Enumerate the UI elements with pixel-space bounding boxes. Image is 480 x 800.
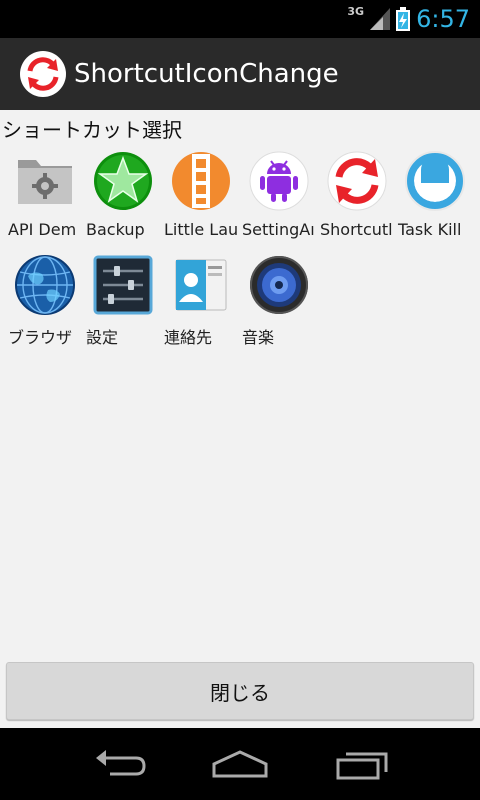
section-title: ショートカット選択: [2, 118, 182, 142]
android-robot-icon: [249, 151, 309, 211]
app-label: Backup: [86, 220, 145, 239]
app-item-settings[interactable]: 設定: [84, 254, 162, 354]
globe-icon: [15, 255, 75, 315]
settings-sliders-icon: [93, 255, 153, 315]
app-item-setting-app[interactable]: SettingAı: [240, 150, 318, 250]
navigation-bar: [0, 728, 480, 800]
recents-icon[interactable]: [332, 746, 392, 782]
app-item-backup[interactable]: Backup: [84, 150, 162, 250]
app-item-shortcut-icon-change[interactable]: Shortcutl: [318, 150, 396, 250]
refresh-arrows-icon: [327, 151, 387, 211]
content-area: ショートカット選択 API Dem Backup Little Lau Sett…: [0, 110, 480, 730]
battery-charging-icon: [396, 7, 411, 31]
film-strip-icon: [172, 152, 230, 210]
green-star-icon: [94, 152, 152, 210]
app-item-contacts[interactable]: 連絡先: [162, 254, 240, 354]
app-label: API Dem: [8, 220, 77, 239]
speaker-icon: [250, 256, 308, 314]
app-title: ShortcutIconChange: [74, 59, 339, 89]
status-icons: 3G 6:57: [347, 0, 470, 38]
app-label: SettingAı: [242, 220, 315, 239]
folder-gear-icon: [18, 160, 72, 204]
clock: 6:57: [416, 5, 470, 33]
app-label: Shortcutl: [320, 220, 393, 239]
status-bar: 3G 6:57: [0, 0, 480, 38]
app-label: 設定: [86, 328, 119, 347]
face-icon: [405, 151, 465, 211]
app-item-browser[interactable]: ブラウザ: [6, 254, 84, 354]
action-bar: ShortcutIconChange: [0, 38, 480, 110]
app-item-music[interactable]: 音楽: [240, 254, 318, 354]
app-label: Little Lau: [164, 220, 239, 239]
app-label: Task Kill: [398, 220, 462, 239]
close-button[interactable]: 閉じる: [6, 662, 474, 720]
network-type: 3G: [347, 4, 365, 18]
app-label: ブラウザ: [8, 328, 73, 347]
refresh-arrows-icon[interactable]: [20, 51, 66, 97]
app-item-little-launcher[interactable]: Little Lau: [162, 150, 240, 250]
app-label: 連絡先: [164, 328, 213, 347]
home-icon[interactable]: [210, 746, 270, 782]
app-item-task-killer[interactable]: Task Kill: [396, 150, 474, 250]
app-item-api-demos[interactable]: API Dem: [6, 150, 84, 250]
signal-icon: [370, 8, 391, 30]
contacts-icon: [175, 259, 227, 311]
back-icon[interactable]: [90, 746, 150, 782]
app-label: 音楽: [242, 328, 275, 347]
